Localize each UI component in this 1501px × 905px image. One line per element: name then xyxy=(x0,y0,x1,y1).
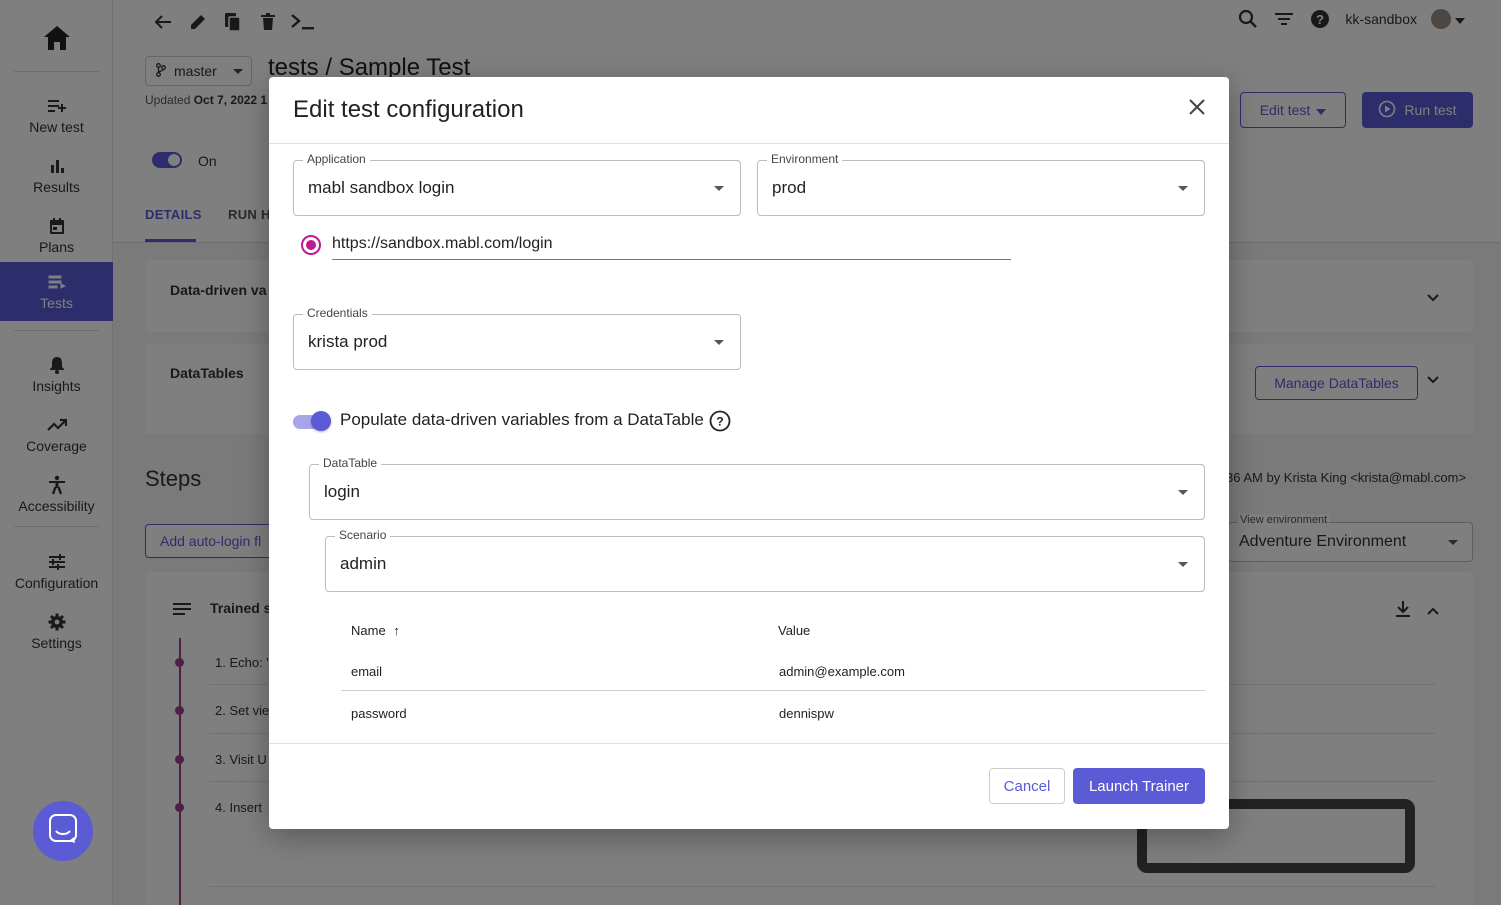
launch-trainer-button[interactable]: Launch Trainer xyxy=(1073,768,1205,804)
chat-launcher[interactable] xyxy=(33,801,93,861)
field-label: Environment xyxy=(767,152,843,166)
field-label: DataTable xyxy=(319,456,382,470)
dialog-title: Edit test configuration xyxy=(293,96,524,123)
field-value: login xyxy=(324,482,360,501)
field-label: Scenario xyxy=(335,528,391,542)
caret-down-icon xyxy=(714,186,724,191)
caret-down-icon xyxy=(1178,490,1188,495)
toggle-thumb xyxy=(311,411,331,431)
cell-name: password xyxy=(351,706,407,721)
chat-icon xyxy=(49,813,77,849)
column-header-value[interactable]: Value xyxy=(778,623,810,638)
field-value: krista prod xyxy=(308,332,388,351)
application-select[interactable]: Application mabl sandbox login xyxy=(293,152,741,216)
scenario-select[interactable]: Scenario admin xyxy=(325,528,1205,592)
url-input[interactable]: https://sandbox.mabl.com/login xyxy=(332,232,1011,260)
cell-value: admin@example.com xyxy=(779,664,905,679)
caret-down-icon xyxy=(1178,562,1188,567)
caret-down-icon xyxy=(714,340,724,345)
table-header: Name ↑ Value xyxy=(341,607,1205,645)
populate-datatable-toggle[interactable] xyxy=(293,411,331,431)
url-radio[interactable] xyxy=(301,235,321,255)
close-icon[interactable] xyxy=(1185,95,1209,119)
datatable-select[interactable]: DataTable login xyxy=(309,456,1205,520)
dialog-divider xyxy=(269,143,1229,144)
field-label: Credentials xyxy=(303,306,372,320)
caret-down-icon xyxy=(1178,186,1188,191)
table-row[interactable]: email admin@example.com xyxy=(341,650,1205,688)
sort-arrow-up-icon: ↑ xyxy=(393,623,400,638)
field-value: mabl sandbox login xyxy=(308,178,455,197)
field-value: prod xyxy=(772,178,807,197)
cell-value: dennispw xyxy=(779,706,834,721)
field-label: Application xyxy=(303,152,370,166)
cell-name: email xyxy=(351,664,383,679)
edit-test-configuration-dialog: Edit test configuration Application mabl… xyxy=(269,77,1229,829)
column-header-name[interactable]: Name ↑ xyxy=(351,623,400,638)
column-header-label: Name xyxy=(351,623,386,638)
populate-datatable-label: Populate data-driven variables from a Da… xyxy=(340,410,704,429)
cancel-button[interactable]: Cancel xyxy=(989,768,1065,804)
dialog-footer-divider xyxy=(269,743,1229,744)
svg-text:?: ? xyxy=(716,415,723,429)
field-value: admin xyxy=(340,554,387,573)
help-circle-icon[interactable]: ? xyxy=(709,410,731,432)
table-row[interactable]: password dennispw xyxy=(341,691,1205,729)
environment-select[interactable]: Environment prod xyxy=(757,152,1205,216)
credentials-select[interactable]: Credentials krista prod xyxy=(293,306,741,370)
